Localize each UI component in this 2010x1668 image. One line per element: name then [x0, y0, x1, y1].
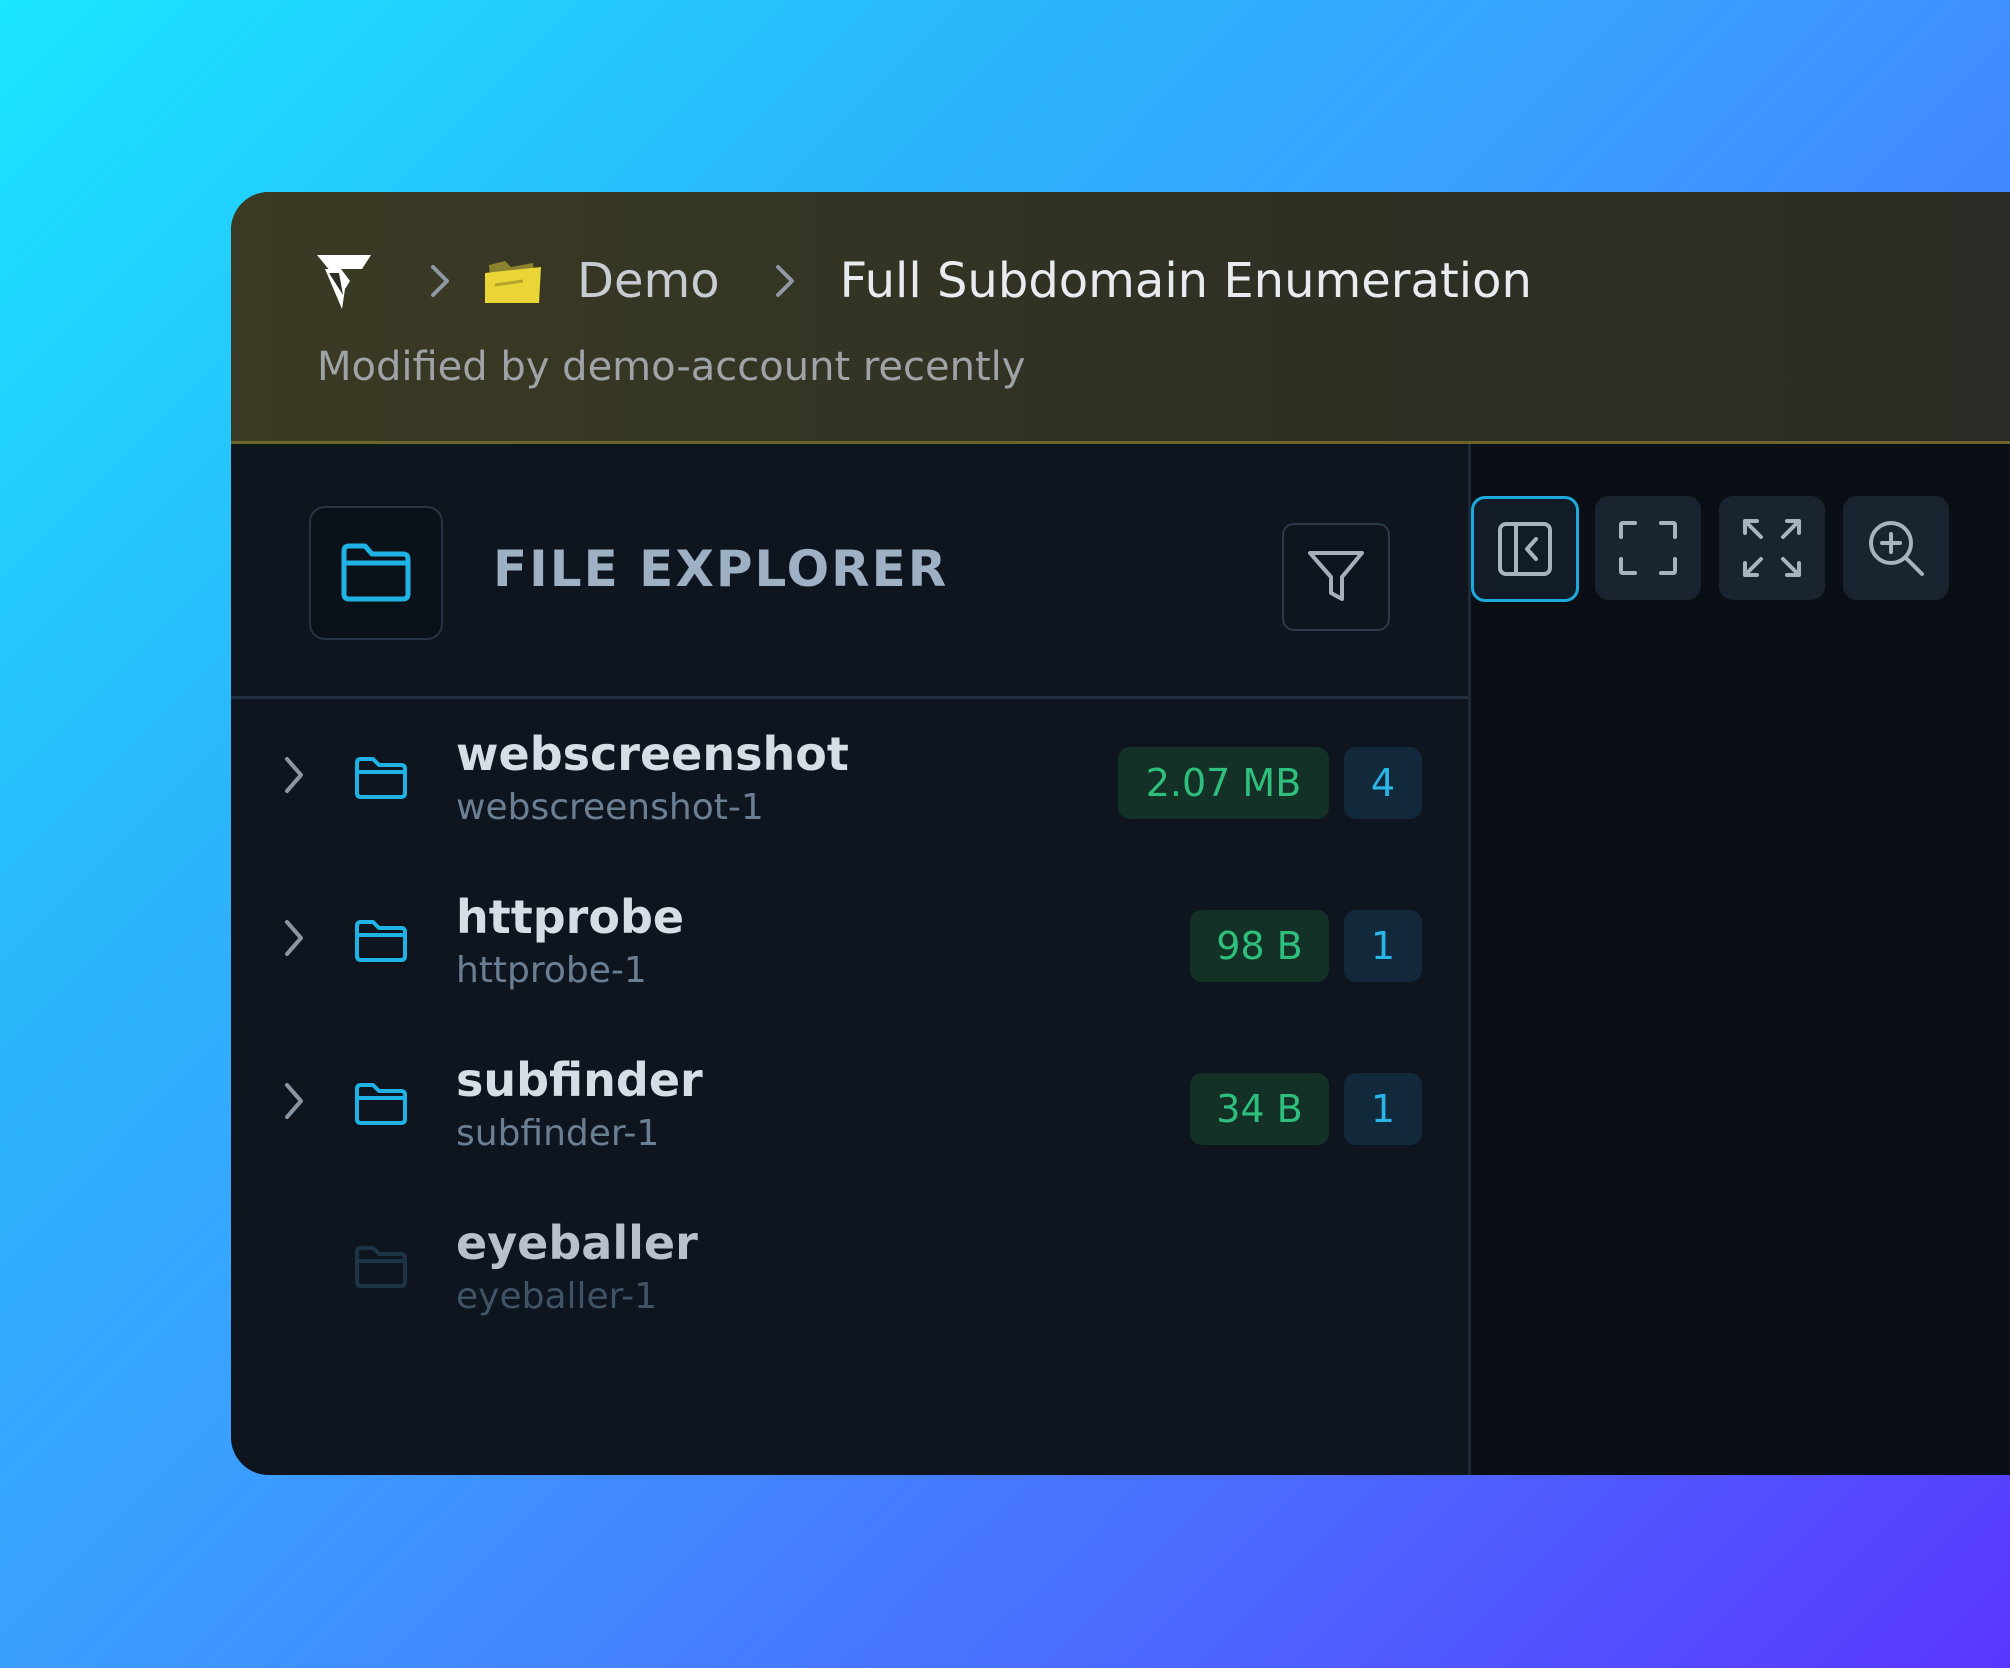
- modified-info: Modified by demo-account recently: [317, 344, 1026, 390]
- page-title: Full Subdomain Enumeration: [839, 253, 1532, 309]
- chevron-right-icon[interactable]: [279, 1079, 309, 1123]
- chevron-right-icon[interactable]: [279, 753, 309, 797]
- list-item[interactable]: subfinder subfinder-1 34 B 1: [231, 1025, 1468, 1175]
- file-explorer-title: FILE EXPLORER: [493, 540, 949, 598]
- folder-icon: [341, 543, 411, 602]
- folder-name: eyeballer: [456, 1216, 698, 1270]
- count-badge: 1: [1344, 1073, 1422, 1145]
- folder-icon: [355, 920, 407, 962]
- folder-icon: [355, 757, 407, 799]
- fit-screen-button[interactable]: [1595, 496, 1701, 600]
- file-explorer-panel: FILE EXPLORER webscreenshot webscreensho…: [231, 444, 1471, 1475]
- folder-name: webscreenshot: [456, 727, 849, 781]
- folder-subname: webscreenshot-1: [456, 787, 764, 828]
- chevron-right-icon[interactable]: [279, 916, 309, 960]
- folder-icon: [355, 1083, 407, 1125]
- fit-screen-icon: [1619, 521, 1677, 575]
- folder-icon: [355, 1246, 407, 1288]
- list-item[interactable]: eyeballer eyeballer-1: [231, 1188, 1468, 1338]
- brand-logo-icon[interactable]: [315, 251, 373, 311]
- chevron-right-icon: [431, 265, 449, 297]
- zoom-in-button[interactable]: [1843, 496, 1949, 600]
- collapse-panel-icon: [1498, 522, 1552, 576]
- zoom-in-icon: [1869, 521, 1924, 576]
- folder-name: httprobe: [456, 890, 685, 944]
- folder-name: subfinder: [456, 1053, 703, 1107]
- list-item[interactable]: httprobe httprobe-1 98 B 1: [231, 862, 1468, 1012]
- count-badge: 1: [1344, 910, 1422, 982]
- expand-button[interactable]: [1719, 496, 1825, 600]
- collapse-panel-button[interactable]: [1471, 496, 1579, 602]
- size-badge: 2.07 MB: [1118, 747, 1329, 819]
- filter-icon: [1308, 551, 1364, 601]
- folder-subname: httprobe-1: [456, 950, 647, 991]
- preview-area: [1471, 444, 2010, 1475]
- breadcrumb-project[interactable]: Demo: [577, 253, 720, 309]
- chevron-right-icon: [775, 265, 794, 297]
- explorer-icon-box: [309, 506, 443, 640]
- file-explorer-header: FILE EXPLORER: [231, 444, 1468, 699]
- header: Demo Full Subdomain Enumeration Modified…: [231, 192, 2010, 444]
- count-badge: 4: [1344, 747, 1422, 819]
- folder-subname: subfinder-1: [456, 1113, 660, 1154]
- folder-yellow-icon: [485, 261, 541, 303]
- filter-button[interactable]: [1282, 523, 1390, 631]
- size-badge: 98 B: [1190, 910, 1329, 982]
- folder-subname: eyeballer-1: [456, 1276, 658, 1317]
- breadcrumb: Demo Full Subdomain Enumeration: [315, 244, 1532, 318]
- size-badge: 34 B: [1190, 1073, 1329, 1145]
- app-window: Demo Full Subdomain Enumeration Modified…: [231, 192, 2010, 1475]
- list-item[interactable]: webscreenshot webscreenshot-1 2.07 MB 4: [231, 699, 1468, 849]
- expand-icon: [1743, 519, 1801, 577]
